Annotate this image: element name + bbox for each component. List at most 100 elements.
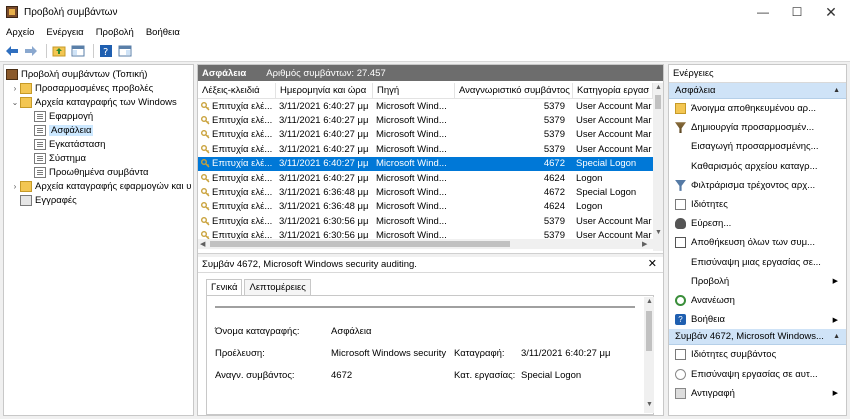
action-item[interactable]: Ιδιότητες συμβάντος <box>669 345 846 364</box>
keywords-cell: Επιτυχία ελέ... <box>198 187 276 198</box>
table-row[interactable]: Επιτυχία ελέ... 3/11/2021 6:36:48 μμ Micro… <box>198 200 653 214</box>
task-category-cell: Special Logon <box>576 187 637 199</box>
close-button[interactable]: ✕ <box>814 0 848 24</box>
scroll-down-arrow-icon[interactable]: ▼ <box>646 401 653 408</box>
tab-general[interactable]: Γενικά <box>206 279 243 295</box>
keywords-cell: Επιτυχία ελέ... <box>198 115 276 126</box>
action-item[interactable]: Ανανέωση <box>669 291 846 310</box>
table-row[interactable]: Επιτυχία ελέ... 3/11/2021 6:40:27 μμ Micro… <box>198 99 653 113</box>
action-item[interactable]: Επισύναψη εργασίας σε αυτ... <box>669 364 846 383</box>
tree-item-windows-logs[interactable]: ⌄ Αρχεία καταγραφής των Windows <box>10 95 177 109</box>
tree-item-system[interactable]: Σύστημα <box>34 151 86 165</box>
tree-item-application[interactable]: Εφαρμογή <box>34 109 93 123</box>
tree-item-custom-views[interactable]: › Προσαρμοσμένες προβολές <box>10 81 153 95</box>
table-row[interactable]: Επιτυχία ελέ... 3/11/2021 6:36:48 μμ Micro… <box>198 185 653 199</box>
action-item[interactable]: ? Βοήθεια ▶ <box>669 310 846 329</box>
close-detail-icon[interactable]: ✕ <box>648 257 657 270</box>
tree-item-event-viewer-local[interactable]: Προβολή συμβάντων (Τοπική) <box>6 67 147 81</box>
scroll-right-arrow-icon[interactable]: ▶ <box>642 240 647 248</box>
tree-item-forwarded-events[interactable]: Προωθημένα συμβάντα <box>34 165 148 179</box>
scrollbar-thumb[interactable] <box>646 311 652 351</box>
action-item[interactable]: Δημιουργία προσαρμοσμέν... <box>669 118 846 137</box>
event-id-cell: 5379 <box>543 100 565 112</box>
table-row[interactable]: Επιτυχία ελέ... 3/11/2021 6:30:56 μμ Micro… <box>198 214 653 228</box>
minimize-button[interactable]: — <box>746 0 780 24</box>
log-name-value: Ασφάλεια <box>331 326 372 337</box>
task-category-cell: User Account Mar <box>576 115 652 127</box>
action-item[interactable]: Αντιγραφή ▶ <box>669 384 846 403</box>
tree-item-label: Σύστημα <box>49 152 86 164</box>
show-hide-tree-icon[interactable] <box>70 43 86 59</box>
column-header-date-time[interactable]: Ημερομηνία και ώρα <box>276 83 373 99</box>
collapse-chevron-icon[interactable]: ⌄ <box>10 98 20 107</box>
logged-label: Καταγραφή: <box>454 348 505 359</box>
date-time-cell: 3/11/2021 6:30:56 μμ <box>279 215 369 227</box>
actions-list-security: Άνοιγμα αποθηκευμένου αρ... Δημιουργία πρ… <box>669 99 846 329</box>
menu-help[interactable]: Βοήθεια <box>146 27 180 38</box>
action-label: Προβολή <box>691 275 730 287</box>
action-item[interactable]: Ιδιότητες <box>669 195 846 214</box>
date-time-cell: 3/11/2021 6:36:48 μμ <box>279 187 369 199</box>
menu-action[interactable]: Ενέργεια <box>46 27 83 38</box>
scrollbar-thumb[interactable] <box>210 241 510 247</box>
table-row[interactable]: Επιτυχία ελέ... 3/11/2021 6:40:27 μμ Micro… <box>198 113 653 127</box>
source-cell: Microsoft Wind... <box>376 201 447 213</box>
actions-section-security[interactable]: Ασφάλεια ▲ <box>669 83 846 99</box>
log-header: Ασφάλεια Αριθμός συμβάντων: 27.457 <box>198 65 663 81</box>
column-header-event-id[interactable]: Αναγνωριστικό συμβάντος <box>455 83 573 99</box>
show-actions-pane-icon[interactable] <box>117 43 133 59</box>
tab-details[interactable]: Λεπτομέρειες <box>244 279 311 295</box>
column-header-source[interactable]: Πηγή <box>373 83 455 99</box>
back-arrow-icon[interactable] <box>4 43 20 59</box>
expand-chevron-icon[interactable]: › <box>10 182 20 191</box>
action-item[interactable]: Προβολή ▶ <box>669 272 846 291</box>
scroll-left-arrow-icon[interactable]: ◀ <box>200 240 205 248</box>
events-horizontal-scrollbar[interactable]: ◀ ▶ <box>198 239 653 249</box>
scroll-up-arrow-icon[interactable]: ▲ <box>646 298 653 305</box>
folder-icon <box>20 180 32 192</box>
key-icon <box>201 101 210 111</box>
actions-section-event[interactable]: Συμβάν 4672, Microsoft Windows... ▲ <box>669 329 846 346</box>
collapse-caret-icon[interactable]: ▲ <box>833 87 840 94</box>
scrollbar-thumb[interactable] <box>655 95 661 109</box>
action-label: Επισύναψη μιας εργασίας σε... <box>691 256 821 268</box>
action-item[interactable]: Εύρεση... <box>669 214 846 233</box>
action-label: Δημιουργία προσαρμοσμέν... <box>691 122 815 134</box>
folder-icon <box>20 82 32 94</box>
tree-item-label: Αρχεία καταγραφής εφαρμογών και υ <box>35 180 192 192</box>
expand-chevron-icon[interactable]: › <box>10 84 20 93</box>
table-row[interactable]: Επιτυχία ελέ... 3/11/2021 6:40:27 μμ Micro… <box>198 128 653 142</box>
log-icon <box>34 124 46 136</box>
table-row[interactable]: Επιτυχία ελέ... 3/11/2021 6:40:27 μμ Micro… <box>198 171 653 185</box>
subscriptions-icon <box>20 194 32 206</box>
table-row[interactable]: Επιτυχία ελέ... 3/11/2021 6:40:27 μμ Micro… <box>198 142 653 156</box>
tree-item-security[interactable]: Ασφάλεια <box>34 123 94 137</box>
action-item[interactable]: Άνοιγμα αποθηκευμένου αρ... <box>669 99 846 118</box>
forward-arrow-icon[interactable] <box>23 43 39 59</box>
menu-file[interactable]: Αρχείο <box>6 27 34 38</box>
action-item[interactable]: Εισαγωγή προσαρμοσμένης... <box>669 137 846 156</box>
table-row[interactable]: Επιτυχία ελέ... 3/11/2021 6:40:27 μμ Micro… <box>198 156 653 171</box>
action-item[interactable]: Καθαρισμός αρχείου καταγρ... <box>669 157 846 176</box>
tree-item-subscriptions[interactable]: Εγγραφές <box>20 193 77 207</box>
section-label: Ασφάλεια <box>675 85 716 96</box>
tree-item-setup[interactable]: Εγκατάσταση <box>34 137 105 151</box>
up-folder-icon[interactable] <box>51 43 67 59</box>
column-header-keywords[interactable]: Λέξεις-κλειδιά <box>198 83 276 99</box>
column-header-task-category[interactable]: Κατηγορία εργασ <box>573 83 653 99</box>
log-name-label: Όνομα καταγραφής: <box>215 326 300 337</box>
tree-item-applications-services-logs[interactable]: › Αρχεία καταγραφής εφαρμογών και υ <box>10 179 191 193</box>
collapse-caret-icon[interactable]: ▲ <box>833 333 840 340</box>
scroll-up-arrow-icon[interactable]: ▲ <box>655 84 662 91</box>
events-vertical-scrollbar[interactable]: ▲ ▼ <box>653 83 663 251</box>
action-item[interactable]: Επισύναψη μιας εργασίας σε... <box>669 253 846 272</box>
source-label: Προέλευση: <box>215 348 265 359</box>
source-cell: Microsoft Wind... <box>376 187 447 199</box>
scroll-down-arrow-icon[interactable]: ▼ <box>655 229 662 236</box>
menu-view[interactable]: Προβολή <box>96 27 134 38</box>
help-icon[interactable]: ? <box>98 43 114 59</box>
action-item[interactable]: Φιλτράρισμα τρέχοντος αρχ... <box>669 176 846 195</box>
maximize-button[interactable]: ☐ <box>780 0 814 24</box>
action-item[interactable]: Αποθήκευση όλων των συμ... <box>669 233 846 252</box>
detail-vertical-scrollbar[interactable]: ▲ ▼ <box>644 297 654 413</box>
